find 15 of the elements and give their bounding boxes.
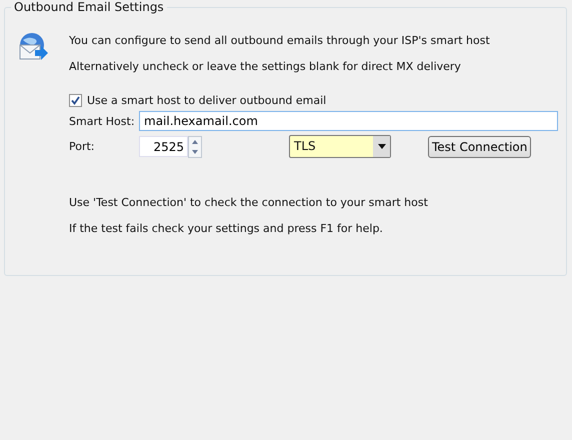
help-text: Use 'Test Connection' to check the connection to your smart host — [69, 196, 429, 209]
port-label: Port: — [69, 140, 96, 153]
help-text: If the test fails check your settings and press F1 for help. — [69, 222, 384, 235]
caret-icon — [376, 144, 386, 150]
group-title: Outbound Email Settings — [13, 0, 165, 14]
port-field[interactable]: 2525 — [139, 136, 188, 157]
smart-host-checkbox[interactable]: Use a smart host to deliver outbound email — [69, 94, 558, 107]
security-dropdown[interactable]: TLS — [289, 135, 391, 158]
checkbox[interactable] — [69, 94, 82, 107]
info-text: Alternatively uncheck or leave the settings blank for direct MX delivery — [69, 60, 462, 73]
smart-host-label: Smart Host: — [69, 114, 136, 128]
info-text: You can configure to send all outbound emails through your ISP's smart host — [69, 34, 490, 47]
smart-host-field[interactable]: mail.hexamail.com — [139, 111, 558, 131]
spin-buttons[interactable] — [188, 136, 202, 158]
test-connection-button[interactable]: Test Connection — [428, 136, 532, 158]
